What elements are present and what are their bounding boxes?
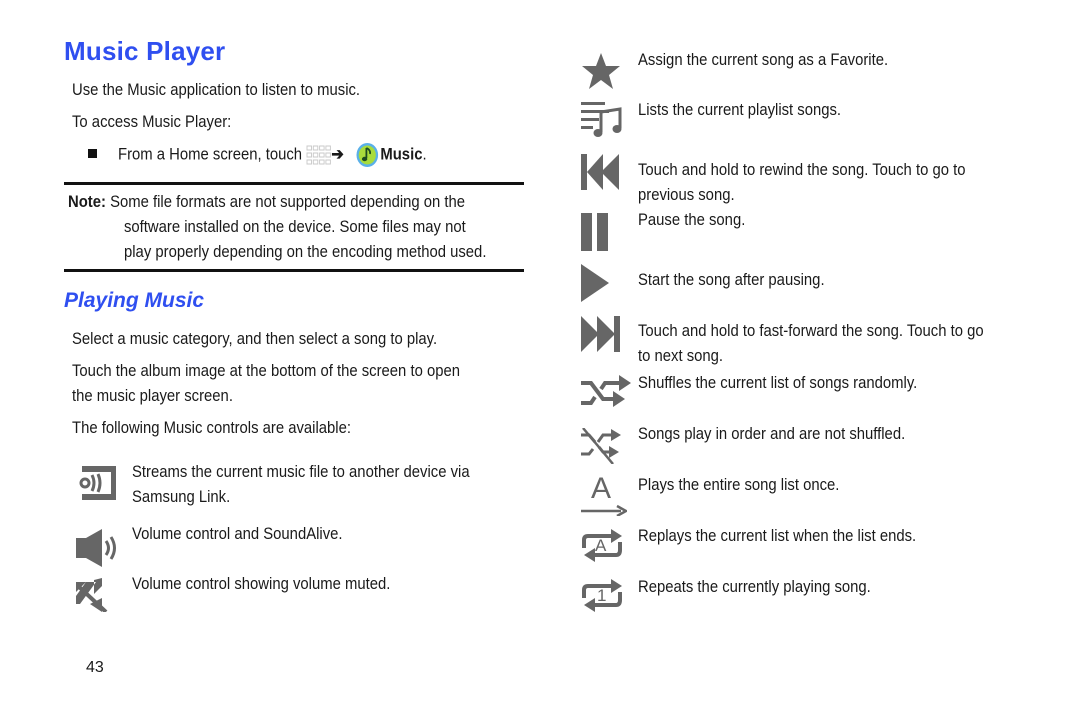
note-line-1: Note: Some file formats are not supporte… [68, 190, 465, 214]
play-once-icon: A [581, 472, 627, 516]
rewind-icon [581, 154, 621, 190]
samsung-link-text-1: Streams the current music file to anothe… [132, 463, 470, 481]
playlist-icon [581, 102, 623, 138]
fast-forward-text-1: Touch and hold to fast-forward the song.… [638, 322, 984, 340]
intro-text: Use the Music application to listen to m… [72, 81, 361, 99]
access-label: To access Music Player: [72, 113, 232, 131]
music-app-label: Music [380, 145, 423, 164]
play-icon [581, 264, 611, 302]
shuffle-off-icon [581, 428, 625, 464]
rewind-text-2: previous song. [638, 186, 735, 204]
rewind-text-1: Touch and hold to rewind the song. Touch… [638, 161, 966, 179]
note-label: Note: [68, 193, 106, 211]
volume-icon [76, 528, 122, 568]
samsung-link-icon [76, 463, 120, 503]
bullet-marker [88, 149, 97, 158]
page-number: 43 [86, 659, 104, 676]
bullet-period: . [422, 145, 427, 164]
note-bottom-rule [64, 269, 524, 272]
note-top-rule [64, 182, 524, 185]
repeat-one-glyph: 1 [597, 586, 607, 605]
shuffle-on-text: Shuffles the current list of songs rando… [638, 374, 918, 392]
repeat-all-text: Replays the current list when the list e… [638, 527, 917, 545]
play-text: Start the song after pausing. [638, 271, 825, 289]
music-app-icon [355, 142, 378, 168]
note-line-3: play properly depending on the encoding … [124, 243, 487, 261]
bullet-text: From a Home screen, touch ➔ Music. [118, 142, 427, 168]
fast-forward-icon [581, 316, 621, 352]
apps-grid-icon [306, 145, 331, 165]
para-controls: The following Music controls are availab… [72, 419, 351, 437]
shuffle-on-icon [581, 375, 633, 413]
pause-text: Pause the song. [638, 211, 746, 229]
para-select: Select a music category, and then select… [72, 330, 438, 348]
note-text-1: Some file formats are not supported depe… [110, 193, 466, 211]
repeat-one-icon: 1 [581, 578, 625, 614]
pause-icon [581, 213, 611, 251]
star-icon [581, 53, 621, 89]
para-album-1: Touch the album image at the bottom of t… [72, 362, 460, 380]
volume-muted-text: Volume control showing volume muted. [132, 575, 391, 593]
page-title: Music Player [64, 36, 226, 66]
repeat-all-glyph: A [595, 536, 607, 555]
section-title: Playing Music [64, 289, 205, 312]
favorite-text: Assign the current song as a Favorite. [638, 51, 889, 69]
volume-text: Volume control and SoundAlive. [132, 525, 343, 543]
fast-forward-text-2: to next song. [638, 347, 724, 365]
playlist-text: Lists the current playlist songs. [638, 101, 842, 119]
para-album-2: the music player screen. [72, 387, 233, 405]
shuffle-off-text: Songs play in order and are not shuffled… [638, 425, 906, 443]
samsung-link-text-2: Samsung Link. [132, 488, 231, 506]
arrow-glyph: ➔ [331, 145, 344, 164]
bullet-text-before: From a Home screen, touch [118, 145, 303, 164]
play-once-text: Plays the entire song list once. [638, 476, 840, 494]
volume-muted-icon [76, 578, 110, 612]
repeat-all-icon: A [581, 528, 625, 564]
note-line-2: software installed on the device. Some f… [124, 218, 466, 236]
repeat-one-text: Repeats the currently playing song. [638, 578, 871, 596]
